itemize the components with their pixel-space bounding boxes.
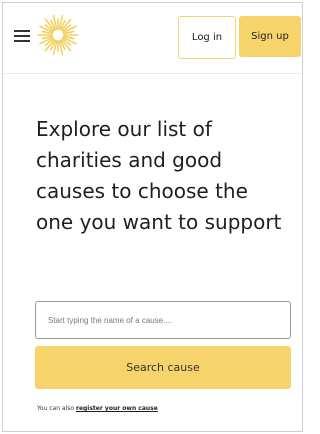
page-frame: Log in Sign up Explore our list of chari… (2, 2, 303, 432)
register-cause-note: You can also register your own cause (37, 405, 158, 412)
cause-search-input[interactable] (35, 301, 291, 339)
signup-button[interactable]: Sign up (239, 16, 301, 57)
login-button[interactable]: Log in (178, 16, 236, 59)
search-cause-button[interactable]: Search cause (35, 346, 291, 389)
page-heading: Explore our list of charities and good c… (36, 117, 282, 234)
hamburger-menu-icon[interactable] (14, 30, 30, 42)
register-cause-link[interactable]: register your own cause (76, 405, 158, 412)
footnote-prefix: You can also (37, 405, 76, 412)
sunburst-logo[interactable] (33, 13, 83, 57)
header: Log in Sign up (3, 3, 302, 74)
